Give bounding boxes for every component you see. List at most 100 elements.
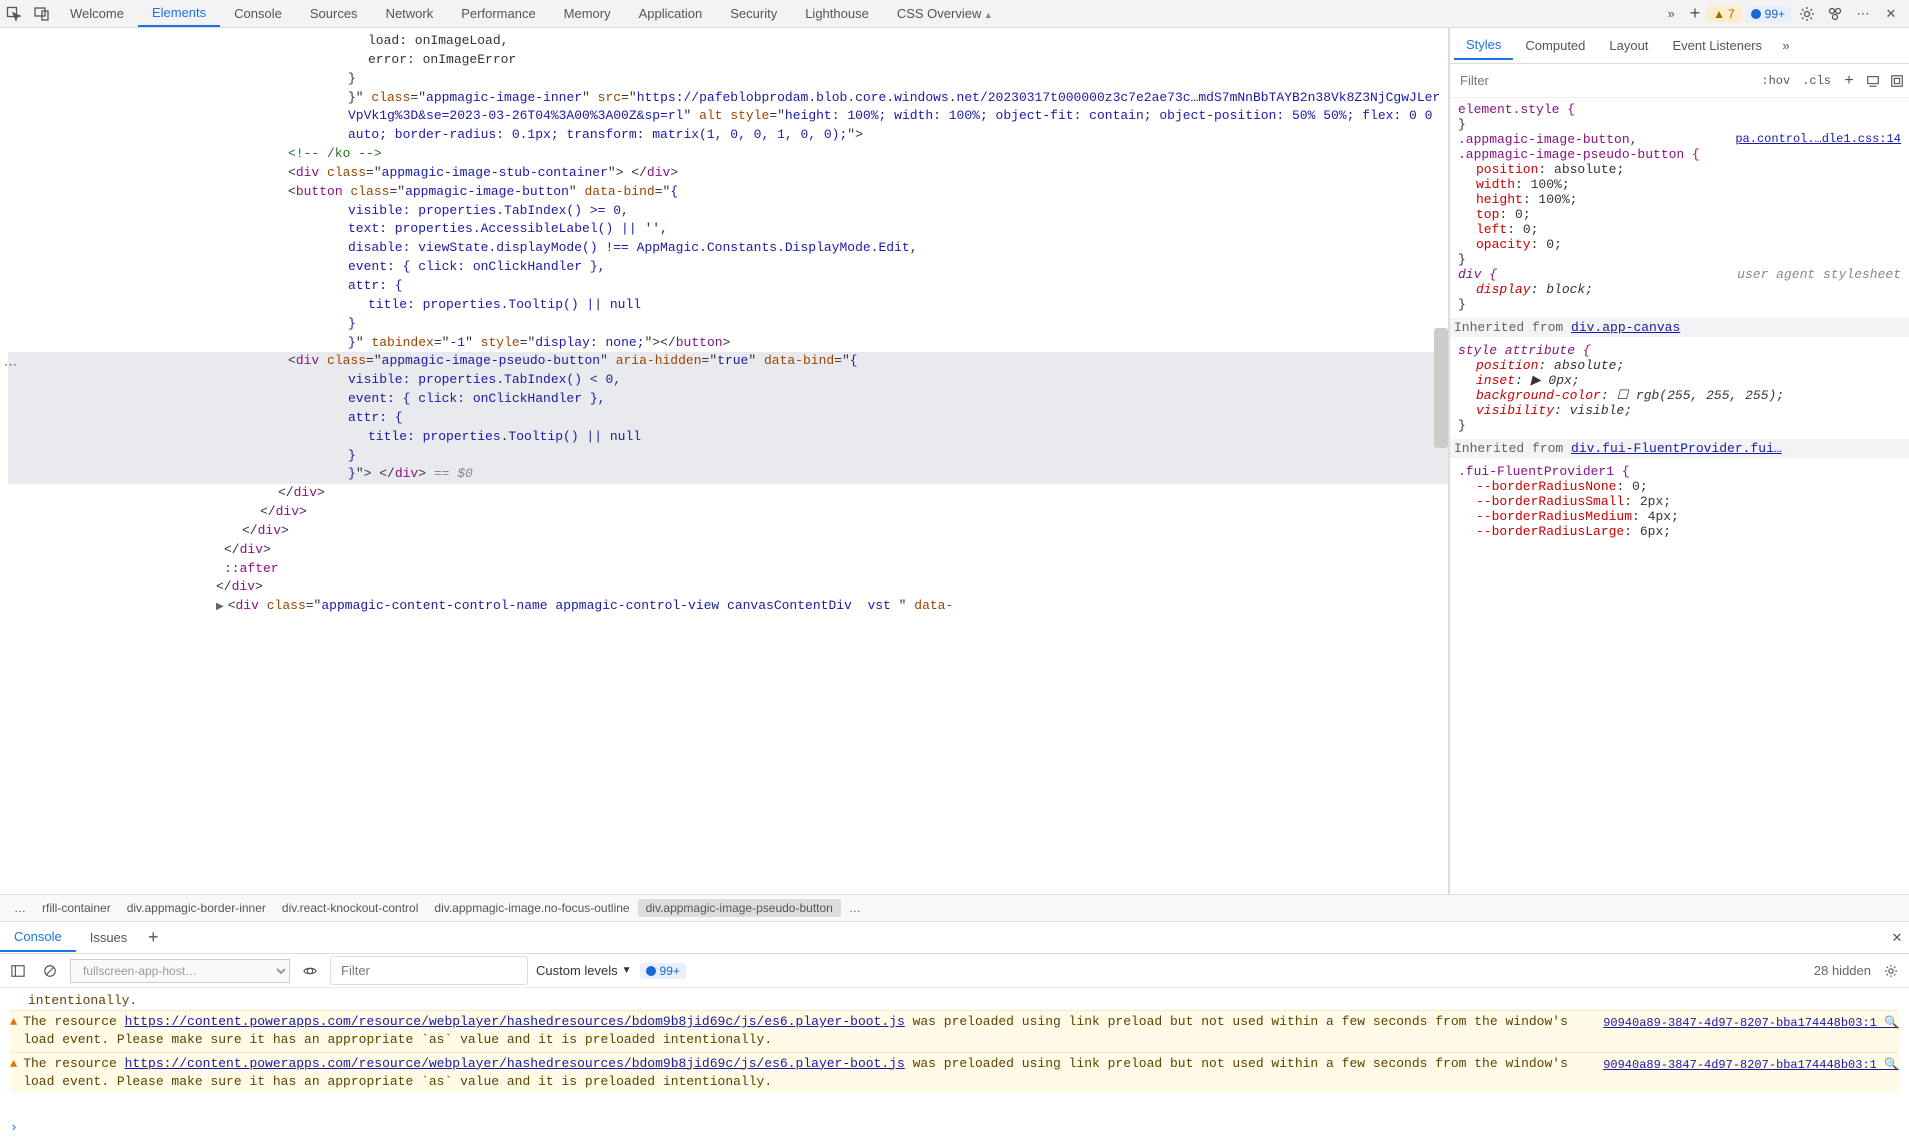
dom-node[interactable]: </div> xyxy=(8,522,1448,541)
css-property[interactable]: display: block; xyxy=(1458,282,1901,297)
dom-node[interactable]: text: properties.AccessibleLabel() || ''… xyxy=(8,220,1448,239)
toggle-print-icon[interactable] xyxy=(1861,69,1885,93)
dom-node[interactable]: visible: properties.TabIndex() < 0, xyxy=(8,371,1448,390)
console-settings-icon[interactable] xyxy=(1879,959,1903,983)
scrollbar-thumb[interactable] xyxy=(1434,328,1448,448)
dom-node[interactable]: } xyxy=(8,70,1448,89)
dom-node[interactable]: load: onImageLoad, xyxy=(8,32,1448,51)
breadcrumb-item[interactable]: rfill-container xyxy=(34,899,119,917)
dom-node[interactable]: title: properties.Tooltip() || null xyxy=(8,428,1448,447)
clear-console-icon[interactable] xyxy=(38,959,62,983)
css-property[interactable]: position: absolute; xyxy=(1458,358,1901,373)
console-prompt[interactable]: › xyxy=(0,1118,1909,1137)
log-url-link[interactable]: https://content.powerapps.com/resource/w… xyxy=(125,1014,905,1029)
live-expr-icon[interactable] xyxy=(298,959,322,983)
dom-node[interactable]: disable: viewState.displayMode() !== App… xyxy=(8,239,1448,258)
css-property[interactable]: width: 100%; xyxy=(1458,177,1901,192)
dom-node[interactable]: </div> xyxy=(8,578,1448,597)
log-levels-dropdown[interactable]: Custom levels ▼ xyxy=(536,963,632,978)
dom-node[interactable]: title: properties.Tooltip() || null xyxy=(8,296,1448,315)
customize-icon[interactable] xyxy=(1823,2,1847,26)
console-warning-row[interactable]: ▲The resource https://content.powerapps.… xyxy=(10,1010,1899,1051)
css-rule-selector[interactable]: .fui-FluentProvider1 {</span> xyxy=(1458,464,1901,479)
close-devtools-icon[interactable]: ✕ xyxy=(1879,2,1903,26)
css-property[interactable]: --borderRadiusMedium: 4px; xyxy=(1458,509,1901,524)
main-tab-console[interactable]: Console xyxy=(220,1,296,26)
console-warning-row[interactable]: ▲The resource https://content.powerapps.… xyxy=(10,1052,1899,1093)
inherit-link[interactable]: div.app-canvas xyxy=(1571,320,1680,335)
breadcrumb-item[interactable]: div.appmagic-image.no-focus-outline xyxy=(426,899,637,917)
styles-body[interactable]: element.style {}.appmagic-image-button,.… xyxy=(1450,98,1909,894)
css-property[interactable]: --borderRadiusNone: 0; xyxy=(1458,479,1901,494)
log-source-link[interactable]: 90940a89-3847-4d97-8207-bba174448b03:1 🔍 xyxy=(1603,1013,1899,1030)
styles-filter-input[interactable] xyxy=(1450,67,1755,94)
styles-more-tabs-icon[interactable]: » xyxy=(1774,34,1798,58)
breadcrumb-item[interactable]: div.appmagic-border-inner xyxy=(119,899,274,917)
log-source-link[interactable]: 90940a89-3847-4d97-8207-bba174448b03:1 🔍 xyxy=(1603,1055,1899,1072)
css-property[interactable]: --borderRadiusLarge: 6px; xyxy=(1458,524,1901,539)
dom-node[interactable]: <div class="appmagic-image-stub-containe… xyxy=(8,164,1448,183)
main-tab-welcome[interactable]: Welcome xyxy=(56,1,138,26)
main-tab-elements[interactable]: Elements xyxy=(138,0,220,27)
main-tab-lighthouse[interactable]: Lighthouse xyxy=(791,1,883,26)
css-property[interactable]: position: absolute; xyxy=(1458,162,1901,177)
drawer-close-icon[interactable]: ✕ xyxy=(1885,926,1909,950)
more-tabs-icon[interactable]: » xyxy=(1659,2,1683,26)
css-property[interactable]: opacity: 0; xyxy=(1458,237,1901,252)
css-property[interactable]: inset: ▶ 0px; xyxy=(1458,373,1901,388)
css-source-link[interactable]: pa.control.…dle1.css:14 xyxy=(1735,132,1901,162)
settings-icon[interactable] xyxy=(1795,2,1819,26)
styles-tab-layout[interactable]: Layout xyxy=(1597,32,1660,59)
main-tab-security[interactable]: Security xyxy=(716,1,791,26)
breadcrumb-item[interactable]: div.react-knockout-control xyxy=(274,899,427,917)
main-tab-memory[interactable]: Memory xyxy=(550,1,625,26)
css-rule-selector[interactable]: div {user agent stylesheet xyxy=(1458,267,1901,282)
css-rule-selector[interactable]: .appmagic-image-button,.appmagic-image-p… xyxy=(1458,132,1901,162)
main-tab-performance[interactable]: Performance xyxy=(447,1,549,26)
breadcrumb-suffix[interactable]: … xyxy=(841,899,869,917)
issues-badge[interactable]: 99+ xyxy=(1745,6,1791,22)
css-property[interactable]: top: 0; xyxy=(1458,207,1901,222)
dom-node[interactable]: error: onImageError xyxy=(8,51,1448,70)
more-menu-icon[interactable]: ⋯ xyxy=(1851,2,1875,26)
collapsed-indicator-icon[interactable]: ⋯ xyxy=(4,358,17,373)
dom-node[interactable]: event: { click: onClickHandler }, xyxy=(8,258,1448,277)
main-tab-css-overview[interactable]: CSS Overview ▲ xyxy=(883,1,1007,26)
main-tab-sources[interactable]: Sources xyxy=(296,1,372,26)
dom-breadcrumb[interactable]: … rfill-containerdiv.appmagic-border-inn… xyxy=(0,894,1909,922)
main-tab-network[interactable]: Network xyxy=(372,1,448,26)
dom-node[interactable]: }" tabindex="-1" style="display: none;">… xyxy=(8,334,1448,353)
css-property[interactable]: visibility: visible; xyxy=(1458,403,1901,418)
dom-node[interactable]: <button class="appmagic-image-button" da… xyxy=(8,183,1448,202)
console-filter-input[interactable] xyxy=(330,956,528,985)
dom-node[interactable]: </div> xyxy=(8,484,1448,503)
css-rule-selector[interactable]: style attribute { xyxy=(1458,343,1901,358)
css-property[interactable]: height: 100%; xyxy=(1458,192,1901,207)
console-sidebar-icon[interactable] xyxy=(6,959,30,983)
styles-tab-computed[interactable]: Computed xyxy=(1513,32,1597,59)
dom-node[interactable]: attr: { xyxy=(8,277,1448,296)
inherit-link[interactable]: div.fui-FluentProvider.fui… xyxy=(1571,441,1782,456)
dom-node[interactable]: } xyxy=(8,315,1448,334)
breadcrumb-prefix[interactable]: … xyxy=(6,899,34,917)
dom-node[interactable]: event: { click: onClickHandler }, xyxy=(8,390,1448,409)
breadcrumb-item[interactable]: div.appmagic-image-pseudo-button xyxy=(638,899,841,917)
elements-pane[interactable]: load: onImageLoad,error: onImageError}}"… xyxy=(0,28,1449,894)
dom-node[interactable]: }"> </div> == $0 xyxy=(8,465,1448,484)
device-toggle-icon[interactable] xyxy=(28,0,56,28)
dom-node[interactable]: visible: properties.TabIndex() >= 0, xyxy=(8,202,1448,221)
drawer-tab-console[interactable]: Console xyxy=(0,923,76,952)
styles-tab-event-listeners[interactable]: Event Listeners xyxy=(1660,32,1774,59)
dom-node[interactable]: <div class="appmagic-image-pseudo-button… xyxy=(8,352,1448,371)
dom-node[interactable]: <!-- /ko --> xyxy=(8,145,1448,164)
hov-toggle[interactable]: :hov xyxy=(1755,71,1796,91)
drawer-add-tab-icon[interactable]: + xyxy=(141,926,165,950)
css-property[interactable]: background-color: ☐ rgb(255, 255, 255); xyxy=(1458,388,1901,403)
dom-node[interactable]: </div> xyxy=(8,541,1448,560)
styles-tab-styles[interactable]: Styles xyxy=(1454,31,1513,60)
css-property[interactable]: --borderRadiusSmall: 2px; xyxy=(1458,494,1901,509)
log-url-link[interactable]: https://content.powerapps.com/resource/w… xyxy=(125,1056,905,1071)
console-body[interactable]: intentionally. ▲The resource https://con… xyxy=(0,988,1909,1118)
dom-node[interactable]: </div> xyxy=(8,503,1448,522)
new-style-rule-icon[interactable]: + xyxy=(1837,69,1861,93)
